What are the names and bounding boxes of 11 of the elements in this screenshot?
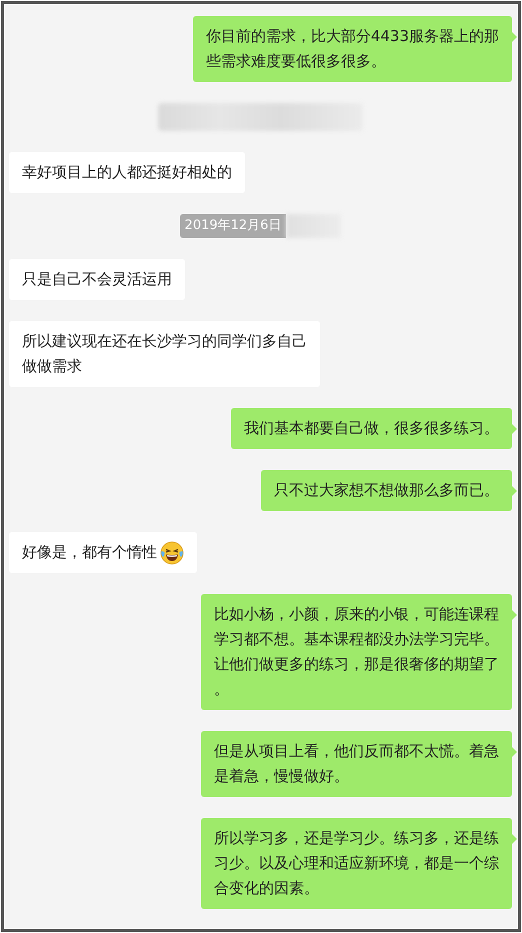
message-text: 所以建议现在还在长沙学习的同学们多自己 做做需求 bbox=[22, 331, 307, 377]
message-text: 好像是，都有个惰性 bbox=[22, 542, 157, 563]
message-text: 我们基本都要自己做，很多很多练习。 bbox=[244, 418, 499, 439]
message-text: 你目前的需求，比大部分4433服务器上的那 些需求难度要低很多很多。 bbox=[206, 26, 499, 72]
message-text: 只是自己不会灵活运用 bbox=[22, 269, 172, 290]
message-timestamp: 2019年12月6日 bbox=[180, 214, 286, 238]
message-text: 所以学习多，还是学习少。练习多，还是练 习少。以及心理和适应新环境，都是一个综 合变化的因素。 bbox=[214, 828, 499, 899]
message-text: 只不过大家想不想做那么多而已。 bbox=[274, 480, 499, 501]
message-text: 幸好项目上的人都还挺好相处的 bbox=[22, 162, 232, 183]
message-text: 但是从项目上看，他们反而都不太慌。着急 是着急，慢慢做好。 bbox=[214, 741, 499, 787]
message-text: 比如小杨，小颜，原来的小银，可能连课程 学习都不想。基本课程都没办法学习完毕。 让他们做更多的练习，那是很奢侈的期望了 。 bbox=[214, 604, 499, 700]
